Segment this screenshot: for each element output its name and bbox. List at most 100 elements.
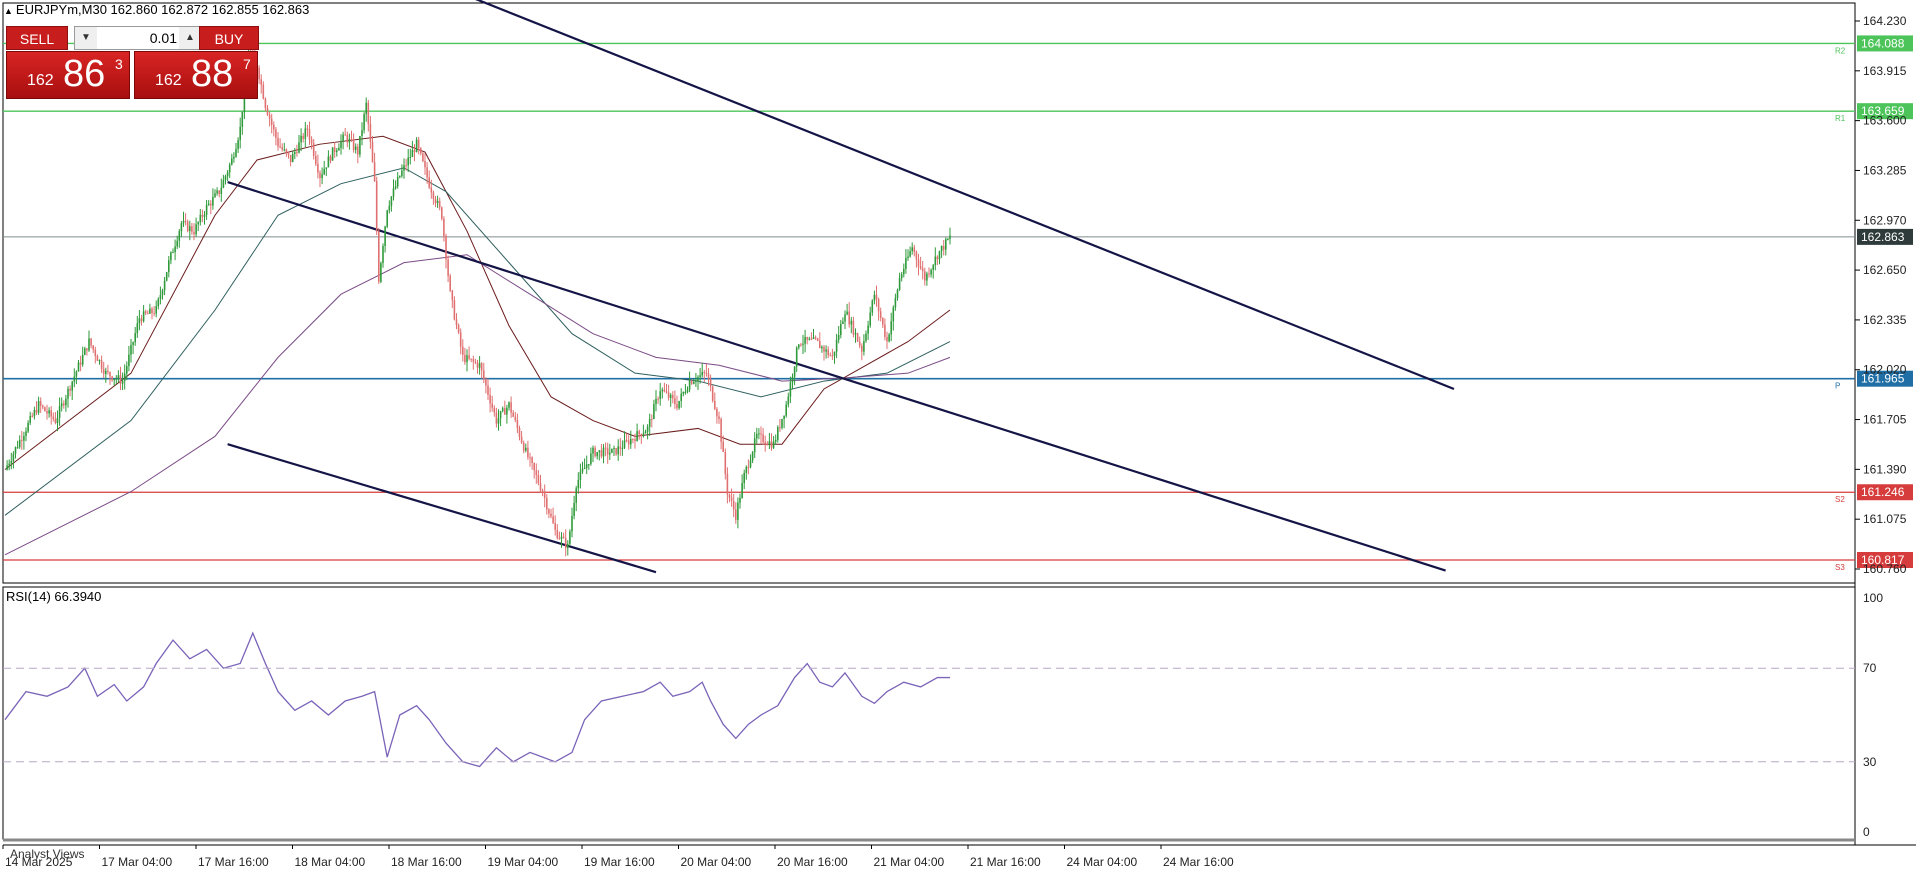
lot-size-input[interactable]	[99, 28, 177, 48]
price-axis-label: 162.335	[1863, 313, 1907, 327]
rsi-indicator-label: RSI(14) 66.3940	[6, 589, 102, 604]
candle-body	[434, 198, 437, 204]
rsi-axis-label: 30	[1863, 755, 1877, 769]
candle-body	[67, 388, 69, 399]
candle-body	[6, 465, 8, 470]
candle-body	[518, 428, 521, 437]
candle-body	[296, 152, 298, 154]
candle-body	[915, 251, 918, 260]
candle-body	[163, 280, 166, 291]
candle-body	[688, 380, 691, 390]
candle-body	[674, 398, 676, 405]
candle-body	[409, 157, 412, 159]
candle-body	[422, 153, 424, 162]
candle-body	[279, 146, 281, 148]
candle-body	[428, 177, 430, 188]
sell-button[interactable]: SELL	[6, 26, 68, 50]
candle-body	[520, 436, 523, 443]
candle-body	[27, 422, 29, 432]
candle-body	[113, 378, 115, 381]
candle-body	[554, 523, 556, 530]
candle-body	[615, 447, 617, 455]
candle-body	[926, 273, 928, 281]
candle-body	[766, 443, 769, 445]
candle-body	[695, 381, 697, 383]
candle-body	[863, 341, 865, 352]
time-axis-label: 18 Mar 04:00	[295, 855, 366, 869]
candle-body	[888, 334, 890, 342]
buy-button[interactable]: BUY	[199, 26, 259, 50]
candle-body	[854, 333, 857, 335]
candle-body	[390, 196, 393, 206]
candle-body	[779, 427, 781, 429]
candle-body	[625, 440, 628, 442]
candle-body	[342, 134, 344, 141]
candle-body	[361, 130, 363, 136]
candle-body	[430, 187, 433, 193]
candle-body	[495, 412, 498, 424]
candle-body	[810, 338, 813, 340]
buy-price-sup: 7	[243, 56, 251, 72]
candle-body	[703, 372, 706, 374]
candle-body	[640, 434, 643, 437]
candle-body	[739, 497, 741, 503]
candle-body	[558, 538, 561, 540]
candle-body	[693, 382, 695, 384]
candle-body	[896, 289, 899, 299]
collapse-triangle-icon[interactable]: ▲	[4, 6, 13, 16]
candle-body	[497, 418, 500, 424]
candle-body	[516, 419, 519, 429]
candle-body	[749, 460, 752, 468]
candle-body	[535, 470, 538, 476]
level-tag-text: 161.246	[1861, 485, 1905, 499]
candle-body	[214, 193, 216, 198]
level-tag-text: 164.088	[1861, 36, 1905, 50]
candle-body	[808, 338, 811, 340]
candle-body	[157, 298, 160, 307]
candle-body	[632, 439, 634, 441]
candle-body	[940, 245, 943, 252]
candle-body	[10, 461, 13, 464]
candle-body	[701, 372, 703, 376]
candle-body	[621, 448, 624, 450]
sell-price-box[interactable]: 162 86 3	[6, 51, 130, 99]
chevron-down-icon[interactable]: ▼	[75, 27, 97, 49]
candle-body	[913, 247, 916, 252]
candle-body	[153, 313, 155, 315]
candle-body	[571, 516, 573, 532]
candle-body	[783, 415, 785, 419]
chevron-up-icon[interactable]: ▲	[179, 27, 201, 49]
candle-body	[588, 464, 590, 466]
candle-body	[531, 457, 533, 464]
candle-body	[934, 256, 937, 266]
candle-body	[634, 439, 636, 441]
candle-body	[270, 118, 273, 125]
chart-canvas[interactable]: Analyst Views 164.088R2163.659R1161.965P…	[0, 0, 1916, 874]
candle-body	[352, 139, 355, 150]
candle-body	[220, 187, 223, 194]
sell-price-sup: 3	[115, 56, 123, 72]
candle-body	[581, 468, 584, 472]
candle-body	[510, 402, 512, 413]
candle-body	[367, 102, 370, 124]
candle-body	[646, 426, 649, 432]
candle-body	[401, 170, 403, 176]
candle-body	[338, 148, 340, 151]
candle-body	[884, 324, 886, 337]
lot-size-stepper[interactable]: ▼ ▲	[74, 26, 202, 50]
candle-body	[699, 375, 701, 377]
candle-body	[119, 375, 122, 384]
candle-body	[436, 200, 439, 204]
candle-body	[277, 137, 279, 147]
candle-body	[222, 179, 225, 188]
buy-price-box[interactable]: 162 88 7	[134, 51, 258, 99]
candle-body	[663, 389, 666, 392]
candle-body	[71, 381, 73, 391]
candle-body	[285, 149, 288, 153]
candle-body	[661, 389, 664, 392]
candle-body	[789, 382, 792, 397]
candle-body	[737, 502, 739, 520]
candle-body	[168, 260, 170, 273]
candle-body	[579, 471, 582, 480]
candle-body	[850, 320, 853, 325]
